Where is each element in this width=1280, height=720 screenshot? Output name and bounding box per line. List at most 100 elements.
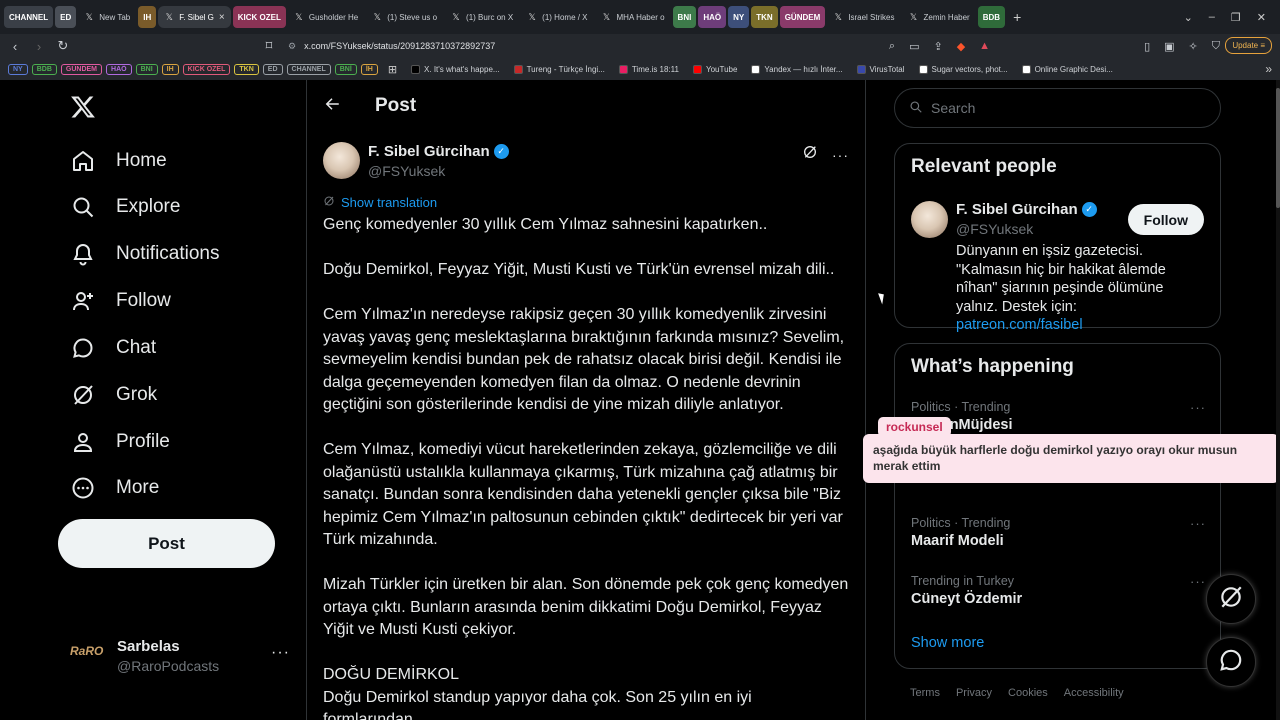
tab-group-chip[interactable]: CHANNEL <box>4 6 54 28</box>
forward-nav-icon[interactable]: › <box>32 39 46 54</box>
show-translation-link[interactable]: Show translation <box>323 195 437 210</box>
bookmark-group-chip[interactable]: IH <box>161 63 179 75</box>
nav-item-follow[interactable]: Follow <box>70 286 171 316</box>
account-switcher[interactable]: RaRO Sarbelas @RaroPodcasts ··· <box>70 636 290 676</box>
footer-link[interactable]: Privacy <box>956 687 992 699</box>
bookmark-group-chip[interactable]: BNI <box>135 63 158 75</box>
bookmark-item[interactable]: Sugar vectors, phot... <box>918 64 1008 74</box>
tab-group-chip[interactable]: NY <box>728 6 750 28</box>
browser-tab[interactable]: 𝕏 Israel Strikes <box>827 6 900 28</box>
tab-group-chip[interactable]: IH <box>138 6 157 28</box>
bookmark-group-chip[interactable]: İH <box>360 63 378 75</box>
bookmark-group-chip[interactable]: KICK OZEL <box>182 63 231 75</box>
bookmark-group-chip[interactable]: GÜNDEM <box>60 63 103 75</box>
scrollbar-thumb[interactable] <box>1276 88 1280 208</box>
x-logo-icon[interactable] <box>70 94 96 127</box>
new-tab-icon[interactable]: + <box>1007 9 1027 25</box>
grok-icon[interactable] <box>802 144 818 165</box>
bookmark-group-chip[interactable]: HAÖ <box>106 63 132 75</box>
cast-icon[interactable]: ▭ <box>909 40 919 53</box>
trend-item[interactable]: Politics · Trending Maarif Modeli ··· <box>911 516 1206 549</box>
bookmark-group-chip[interactable]: NY <box>8 63 28 75</box>
back-arrow-icon[interactable] <box>323 95 341 118</box>
footer-link[interactable]: Accessibility <box>1064 687 1124 699</box>
vpn-icon[interactable]: ⛉ <box>1212 40 1220 53</box>
brave-shield-icon[interactable]: ◆ <box>957 40 965 53</box>
bookmark-group-chip[interactable]: TKN <box>234 63 259 75</box>
page-scrollbar[interactable] <box>1276 80 1280 720</box>
browser-tab[interactable]: 𝕏 New Tab <box>78 6 136 28</box>
person-handle[interactable]: @FSYuksek <box>956 221 1033 237</box>
bookmark-item[interactable]: YouTube <box>692 64 737 74</box>
bookmark-item[interactable]: Time.is 18:11 <box>618 64 679 74</box>
more-icon[interactable]: ··· <box>1190 400 1206 415</box>
minimize-icon[interactable]: – <box>1209 11 1215 24</box>
update-button[interactable]: Update ≡ <box>1225 37 1272 54</box>
tab-group-chip[interactable]: HAÖ <box>698 6 727 28</box>
search-input[interactable]: Search <box>894 88 1221 128</box>
more-icon[interactable]: ··· <box>1190 574 1206 589</box>
sidebar-toggle-icon[interactable]: ▯ <box>1144 40 1150 53</box>
nav-item-profile[interactable]: Profile <box>70 427 170 457</box>
tab-group-chip[interactable]: KICK OZEL <box>232 6 286 28</box>
more-icon[interactable]: ··· <box>1190 516 1206 531</box>
chevron-down-icon[interactable]: ⌄ <box>1184 11 1193 24</box>
bookmark-icon[interactable]: ⌑ <box>262 38 276 54</box>
browser-tab[interactable]: 𝕏 Zemin Haber <box>902 6 975 28</box>
tab-group-chip[interactable]: ED <box>55 6 77 28</box>
nav-item-more[interactable]: More <box>70 473 159 503</box>
site-info-icon[interactable]: ⚙ <box>288 41 296 52</box>
grok-fab-button[interactable] <box>1206 574 1256 624</box>
bookmark-item[interactable]: VirusTotal <box>856 64 905 74</box>
person-bio-link[interactable]: patreon.com/fasibel <box>956 317 1083 333</box>
browser-tab[interactable]: 𝕏 (1) Steve us o <box>366 6 443 28</box>
apps-grid-icon[interactable]: ⊞ <box>388 63 397 76</box>
bookmark-item[interactable]: Yandex — hızlı İnter... <box>751 64 843 74</box>
bookmarks-overflow-icon[interactable]: » <box>1265 62 1272 76</box>
nav-item-home[interactable]: Home <box>70 146 167 176</box>
trend-item[interactable]: Politics · Trending e50BinMüjdesi ··· <box>911 400 1206 433</box>
share-icon[interactable]: ⇪ <box>933 40 942 53</box>
brave-rewards-icon[interactable]: ▲ <box>979 40 990 53</box>
bookmark-group-chip[interactable]: ED <box>262 63 283 75</box>
bookmark-item[interactable]: X. It's what's happe... <box>411 64 500 74</box>
trend-item[interactable]: Trending in Turkey Cüneyt Özdemir ··· <box>911 574 1206 607</box>
bookmark-group-chip[interactable]: CHANNEL <box>286 63 331 75</box>
nav-item-explore[interactable]: Explore <box>70 192 180 222</box>
avatar[interactable] <box>911 201 948 238</box>
close-window-icon[interactable]: ✕ <box>1257 11 1266 24</box>
more-icon[interactable]: ··· <box>271 644 290 662</box>
person-name[interactable]: F. Sibel Gürcihan ✓ <box>956 201 1097 218</box>
bookmark-group-chip[interactable]: BNİ <box>334 63 357 75</box>
tab-group-chip[interactable]: TKN <box>751 6 778 28</box>
tab-group-chip[interactable]: GÜNDEM <box>779 6 826 28</box>
follow-button[interactable]: Follow <box>1127 204 1204 235</box>
footer-link[interactable]: Cookies <box>1008 687 1048 699</box>
author-name[interactable]: F. Sibel Gürcihan ✓ <box>368 143 509 160</box>
browser-tab[interactable]: 𝕏 (1) Home / X <box>521 6 593 28</box>
author-avatar[interactable] <box>323 142 360 179</box>
tab-group-chip[interactable]: BDB <box>977 6 1006 28</box>
bookmark-group-chip[interactable]: BDB <box>31 63 57 75</box>
author-handle[interactable]: @FSYuksek <box>368 163 445 179</box>
messages-fab-button[interactable] <box>1206 637 1256 687</box>
zoom-icon[interactable]: ⌕ <box>889 40 895 53</box>
nav-item-chat[interactable]: Chat <box>70 333 156 363</box>
extensions-icon[interactable]: ✧ <box>1189 40 1198 53</box>
restore-icon[interactable]: ❐ <box>1231 11 1241 24</box>
nav-item-notifications[interactable]: Notifications <box>70 239 220 269</box>
more-icon[interactable]: ··· <box>832 147 849 163</box>
back-nav-icon[interactable]: ‹ <box>8 39 22 54</box>
browser-tab[interactable]: 𝕏 Gusholder He <box>288 6 364 28</box>
show-more-link[interactable]: Show more <box>911 635 984 651</box>
footer-link[interactable]: Terms <box>910 687 940 699</box>
close-tab-icon[interactable]: × <box>219 12 225 23</box>
bookmark-item[interactable]: Tureng - Türkçe İngi... <box>513 64 605 74</box>
reload-icon[interactable]: ↻ <box>56 38 70 54</box>
browser-tab[interactable]: 𝕏 (1) Burc on X <box>445 6 519 28</box>
tab-group-chip[interactable]: BNI <box>672 6 697 28</box>
wallet-icon[interactable]: ▣ <box>1164 40 1174 53</box>
browser-tab[interactable]: 𝕏 MHA Haber o <box>596 6 671 28</box>
post-button[interactable]: Post <box>58 519 275 568</box>
bookmark-item[interactable]: Online Graphic Desi... <box>1021 64 1113 74</box>
